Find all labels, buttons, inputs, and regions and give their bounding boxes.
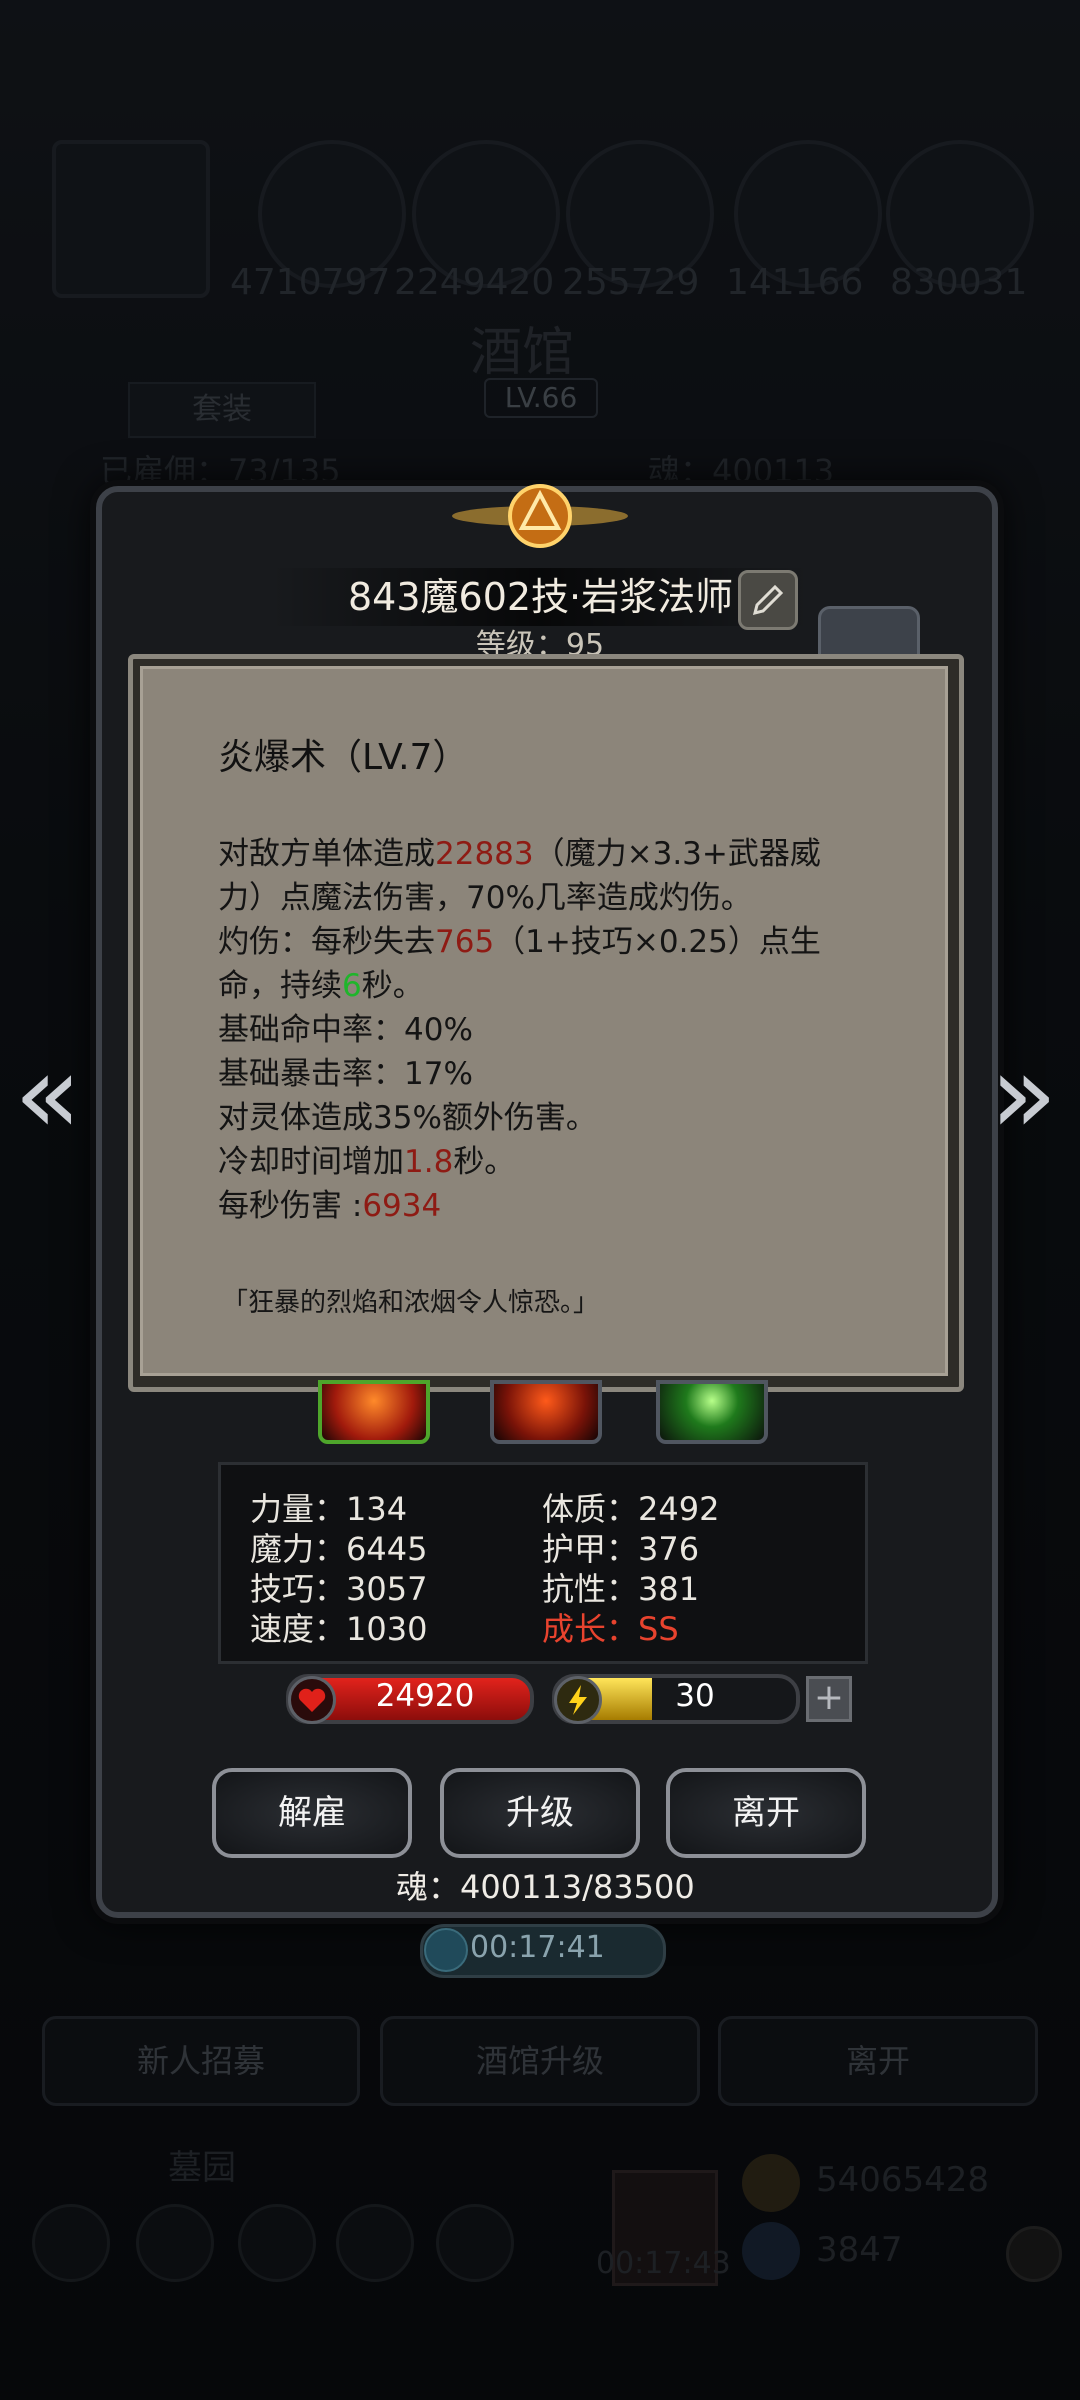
desc-line: 力）点魔法伤害，70%几率造成灼伤。 [218,880,752,916]
dismiss-button[interactable]: 解雇 [212,1768,412,1858]
soul-counter: 魂：400113/83500 [396,1868,695,1906]
damage-value: 22883 [435,836,534,872]
timer-value: 00:17:41 [470,1930,605,1965]
prev-hero-arrow-icon[interactable]: « [14,1030,81,1158]
heart-icon [288,1676,336,1724]
pencil-icon [752,584,784,616]
next-hero-arrow-icon[interactable]: » [990,1030,1057,1158]
upgrade-button[interactable]: 升级 [440,1768,640,1858]
dps-value: 6934 [362,1188,442,1224]
stat-speed: 速度：1030 [250,1610,428,1648]
skill-title: 炎爆术（LV.7） [218,737,469,778]
fire-burst-icon[interactable] [318,1380,430,1444]
clock-icon [424,1928,468,1972]
burn-value: 765 [435,924,495,960]
edit-name-button[interactable] [738,570,798,630]
add-energy-button[interactable]: + [806,1676,852,1722]
desc-line: 基础暴击率：17% [218,1056,473,1092]
skill-quote: 「狂暴的烈焰和浓烟令人惊恐。」 [222,1288,600,1318]
energy-value: 30 [675,1678,715,1714]
flame-icon[interactable] [490,1380,602,1444]
stat-growth: 成长：SS [542,1610,679,1648]
desc-line: 对敌方单体造成22883（魔力×3.3+武器威 [218,836,821,872]
hp-value: 24920 [375,1678,475,1714]
desc-line: 冷却时间增加1.8秒。 [218,1144,516,1180]
leave-button[interactable]: 离开 [666,1768,866,1858]
emblem-icon [452,484,628,548]
hero-name: 843魔602技·岩浆法师 [348,575,734,619]
duration-value: 6 [342,968,362,1004]
desc-line: 基础命中率：40% [218,1012,473,1048]
cooldown-value: 1.8 [404,1144,454,1180]
desc-line: 命，持续6秒。 [218,968,424,1004]
desc-line: 每秒伤害 :6934 [218,1188,442,1224]
skill-description: 对敌方单体造成22883（魔力×3.3+武器威 力）点魔法伤害，70%几率造成灼… [218,832,878,1228]
lightning-icon [554,1676,602,1724]
desc-line: 对灵体造成35%额外伤害。 [218,1100,597,1136]
desc-line: 灼伤：每秒失去765（1+技巧×0.25）点生 [218,924,821,960]
green-orb-icon[interactable] [656,1380,768,1444]
